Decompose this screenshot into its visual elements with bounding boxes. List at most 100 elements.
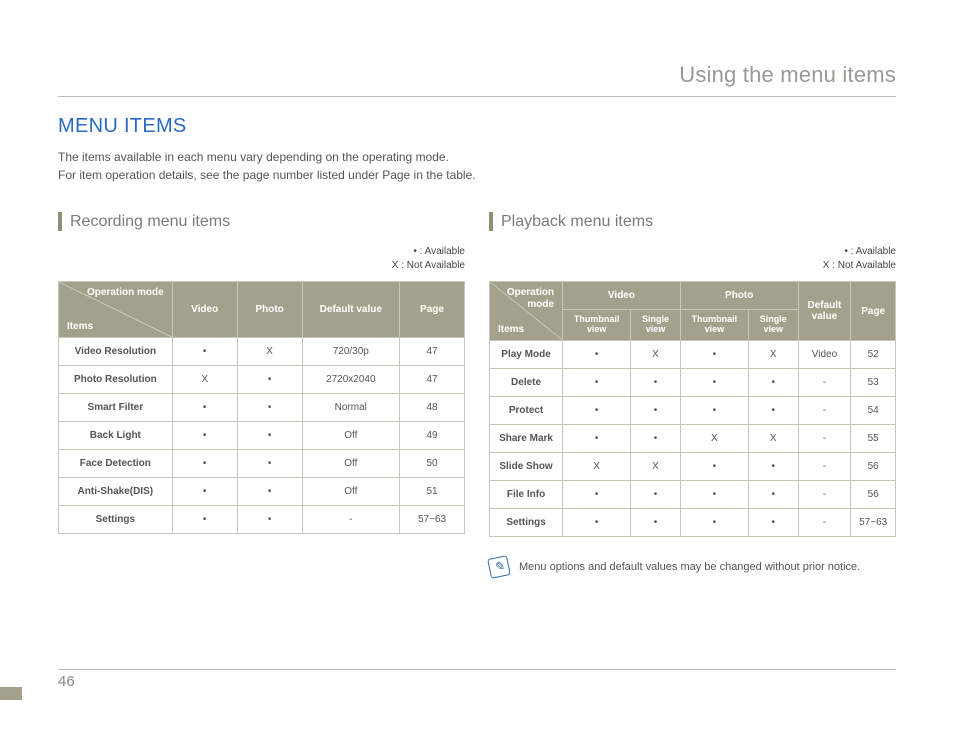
col-video: Video <box>172 282 237 338</box>
table-row: Delete••••-53 <box>490 368 896 396</box>
legend-not-available: X : Not Available <box>823 260 896 271</box>
cell-video: X <box>172 366 237 394</box>
table-row: Settings••-57~63 <box>59 506 465 534</box>
cell-item: Anti-Shake(DIS) <box>59 478 173 506</box>
col-page: Page <box>851 282 896 341</box>
cell-photo: • <box>237 506 302 534</box>
cell-pt: • <box>680 452 748 480</box>
diag-top: Operation mode <box>87 287 164 299</box>
cell-video: • <box>172 478 237 506</box>
intro-line-1: The items available in each menu vary de… <box>58 148 896 166</box>
cell-ps: • <box>748 480 798 508</box>
cell-default: - <box>798 424 851 452</box>
cell-pt: • <box>680 508 748 536</box>
cell-item: Slide Show <box>490 452 563 480</box>
cell-pt: • <box>680 368 748 396</box>
page-header-title: Using the menu items <box>58 62 896 88</box>
table-row: Smart Filter••Normal48 <box>59 394 465 422</box>
diag-bottom: Items <box>498 324 524 335</box>
cell-item: Photo Resolution <box>59 366 173 394</box>
col-page: Page <box>400 282 465 338</box>
cell-item: File Info <box>490 480 563 508</box>
table-row: Play Mode•X•XVideo52 <box>490 340 896 368</box>
table-row: File Info••••-56 <box>490 480 896 508</box>
cell-default: - <box>798 452 851 480</box>
cell-page: 49 <box>400 422 465 450</box>
cell-item: Back Light <box>59 422 173 450</box>
cell-page: 53 <box>851 368 896 396</box>
cell-vt: • <box>563 340 631 368</box>
table-row: Anti-Shake(DIS)••Off51 <box>59 478 465 506</box>
cell-vs: X <box>631 452 681 480</box>
cell-photo: • <box>237 366 302 394</box>
cell-item: Smart Filter <box>59 394 173 422</box>
cell-page: 52 <box>851 340 896 368</box>
footer-divider <box>58 669 896 670</box>
col-video-thumb: Thumbnail view <box>563 310 631 341</box>
cell-vs: • <box>631 368 681 396</box>
intro-line-2: For item operation details, see the page… <box>58 166 896 184</box>
cell-default: 2720x2040 <box>302 366 399 394</box>
cell-page: 55 <box>851 424 896 452</box>
col-photo-thumb: Thumbnail view <box>680 310 748 341</box>
cell-page: 47 <box>400 338 465 366</box>
cell-pt: • <box>680 396 748 424</box>
cell-vt: • <box>563 508 631 536</box>
playback-legend: • : Available X : Not Available <box>489 245 896 273</box>
recording-diag-header: Operation mode Items <box>59 282 173 338</box>
cell-pt: • <box>680 480 748 508</box>
cell-page: 56 <box>851 480 896 508</box>
cell-vt: • <box>563 480 631 508</box>
cell-default: 720/30p <box>302 338 399 366</box>
cell-default: Off <box>302 450 399 478</box>
cell-ps: X <box>748 340 798 368</box>
recording-title: Recording menu items <box>58 212 465 231</box>
recording-column: Recording menu items • : Available X : N… <box>58 212 465 577</box>
table-row: Face Detection••Off50 <box>59 450 465 478</box>
diag-top: Operation mode <box>490 287 554 311</box>
legend-available: • : Available <box>844 246 896 257</box>
table-row: Back Light••Off49 <box>59 422 465 450</box>
cell-vs: • <box>631 424 681 452</box>
header-divider <box>58 96 896 97</box>
cell-default: - <box>798 480 851 508</box>
col-video-group: Video <box>563 282 681 310</box>
cell-page: 57~63 <box>400 506 465 534</box>
cell-ps: • <box>748 452 798 480</box>
col-photo-group: Photo <box>680 282 798 310</box>
playback-diag-header: Operation mode Items <box>490 282 563 341</box>
cell-ps: X <box>748 424 798 452</box>
table-row: Settings••••-57~63 <box>490 508 896 536</box>
cell-page: 57~63 <box>851 508 896 536</box>
cell-item: Share Mark <box>490 424 563 452</box>
cell-page: 56 <box>851 452 896 480</box>
cell-photo: • <box>237 422 302 450</box>
cell-vt: • <box>563 368 631 396</box>
cell-default: - <box>798 508 851 536</box>
col-video-single: Single view <box>631 310 681 341</box>
footer-note: ✎ Menu options and default values may be… <box>489 557 896 577</box>
cell-default: Off <box>302 478 399 506</box>
cell-pt: • <box>680 340 748 368</box>
cell-ps: • <box>748 508 798 536</box>
col-photo-single: Single view <box>748 310 798 341</box>
cell-photo: X <box>237 338 302 366</box>
playback-column: Playback menu items • : Available X : No… <box>489 212 896 577</box>
cell-default: Video <box>798 340 851 368</box>
table-row: Share Mark••XX-55 <box>490 424 896 452</box>
recording-table: Operation mode Items Video Photo Default… <box>58 281 465 534</box>
cell-default: - <box>302 506 399 534</box>
cell-item: Delete <box>490 368 563 396</box>
cell-default: - <box>798 368 851 396</box>
cell-vs: • <box>631 480 681 508</box>
cell-vt: X <box>563 452 631 480</box>
cell-item: Play Mode <box>490 340 563 368</box>
diag-bottom: Items <box>67 321 93 332</box>
cell-video: • <box>172 338 237 366</box>
cell-page: 47 <box>400 366 465 394</box>
cell-default: - <box>798 396 851 424</box>
table-row: Photo ResolutionX•2720x204047 <box>59 366 465 394</box>
cell-default: Off <box>302 422 399 450</box>
legend-not-available: X : Not Available <box>392 260 465 271</box>
cell-vt: • <box>563 424 631 452</box>
